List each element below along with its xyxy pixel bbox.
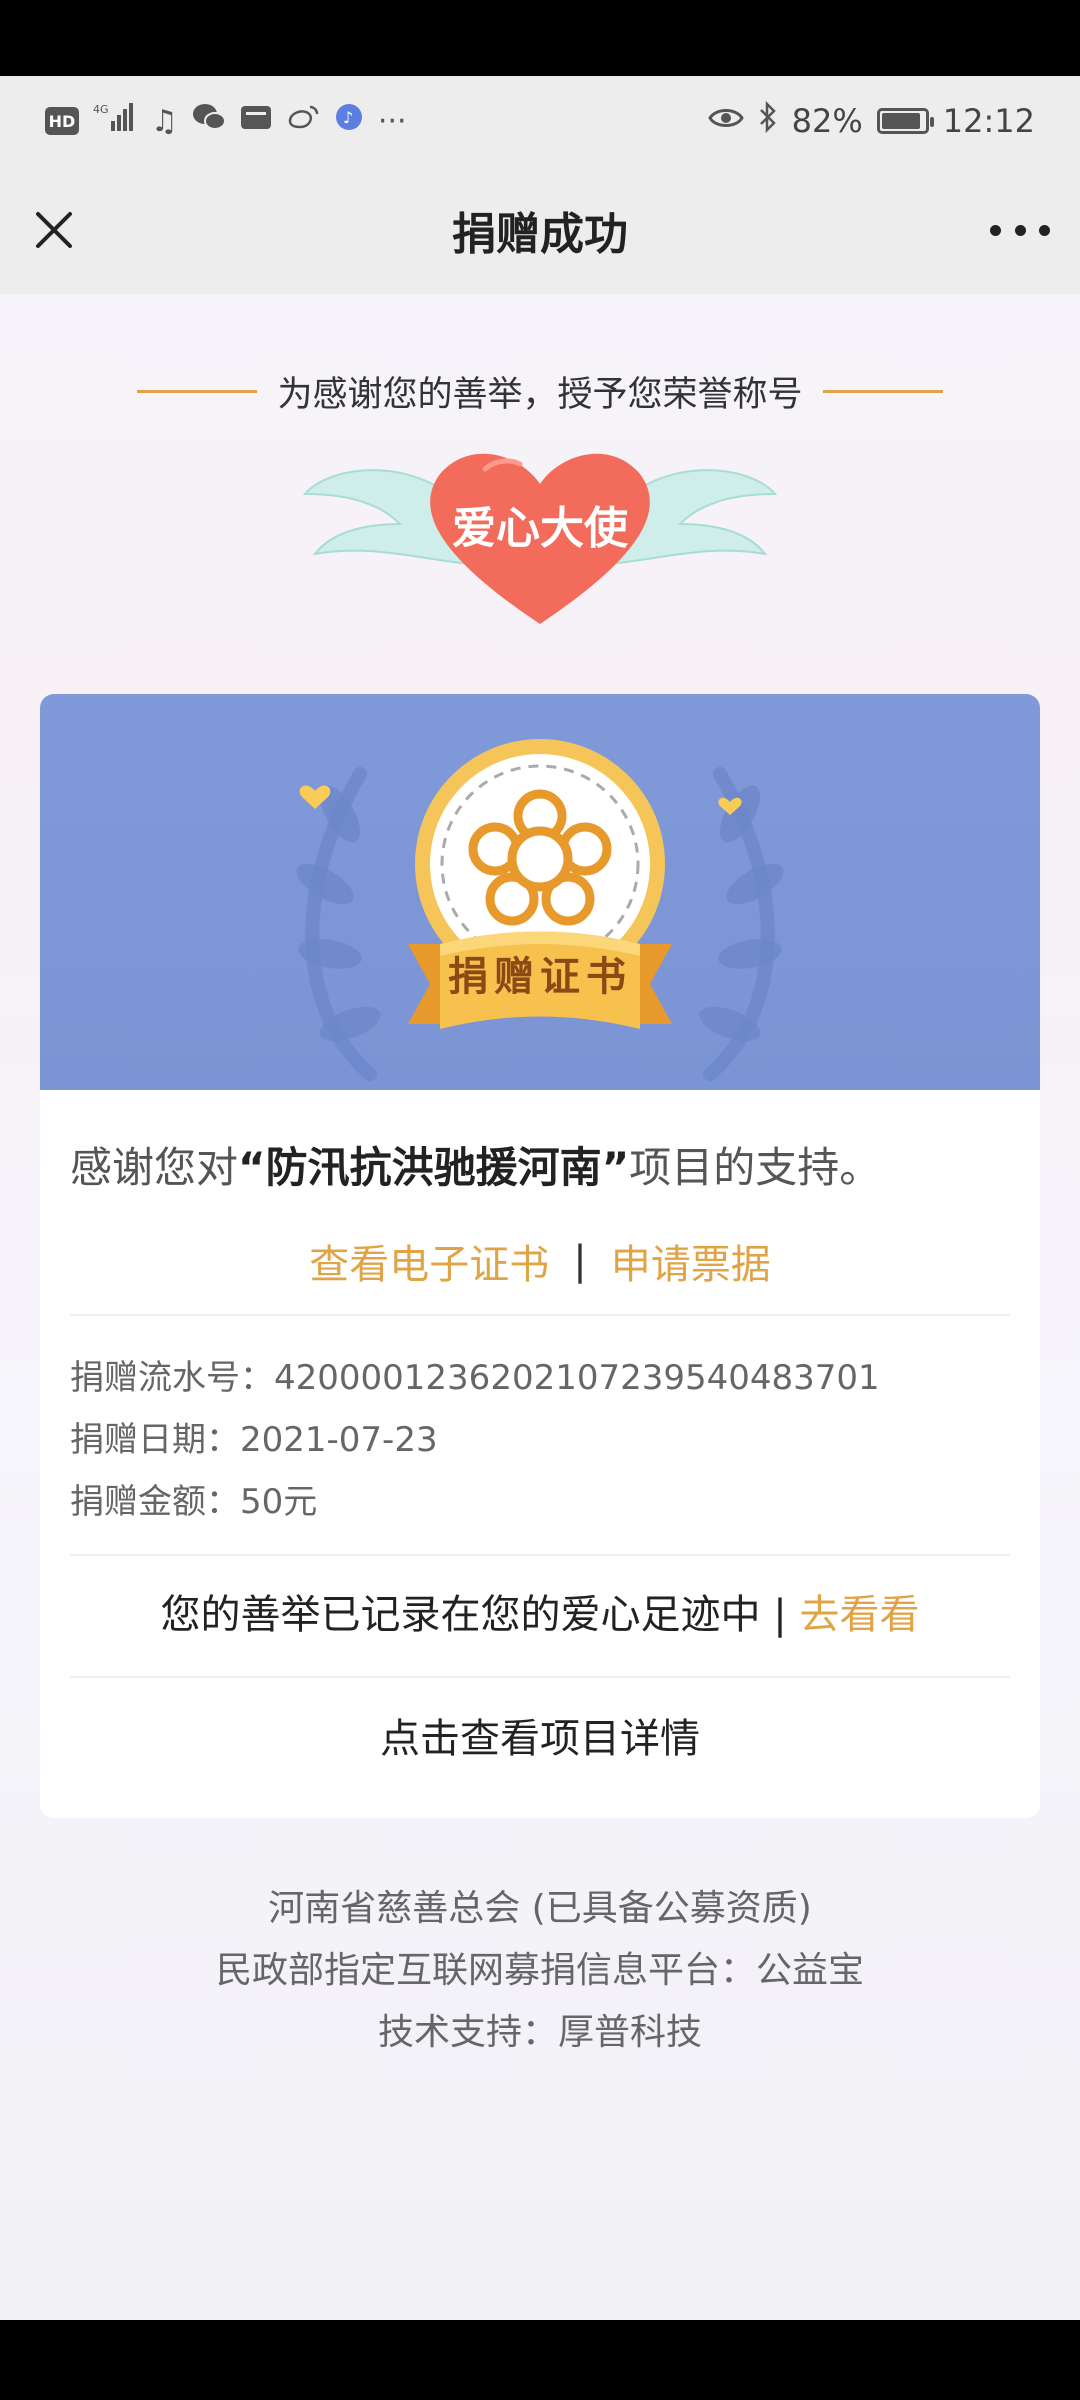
status-bar: HD 4G ♫ ♪ ··· 82% 12:12 <box>0 76 1080 166</box>
more-dots-icon: ··· <box>377 103 407 139</box>
eye-icon <box>707 104 744 139</box>
honor-title: 爱心大使 <box>452 503 628 554</box>
music-icon: ♫ <box>151 103 178 139</box>
date-row: 捐赠日期：2021-07-23 <box>70 1412 438 1461</box>
clock: 12:12 <box>942 102 1035 140</box>
view-certificate-link[interactable]: 查看电子证书 <box>309 1232 549 1290</box>
serial-row: 捐赠流水号：420000123620210723954048370​1 <box>70 1350 880 1399</box>
certificate-links: 查看电子证书 | 申请票据 <box>40 1232 1040 1290</box>
footer-org: 河南省慈善总会 (已具备公募资质) <box>268 1888 812 1929</box>
top-black-bar <box>0 0 1080 76</box>
page-content: 为感谢您的善举，授予您荣誉称号 爱心大使 捐赠证书 感谢您对“防汛抗洪驰援河南”… <box>0 294 1080 2320</box>
divider <box>70 1314 1010 1316</box>
divider-line <box>822 390 943 393</box>
nav-bar: 捐赠成功 <box>0 166 1080 294</box>
footprint-row: 您的善举已记录在您的爱心足迹中 | 去看看 <box>40 1582 1040 1640</box>
divider-line <box>137 390 258 393</box>
certificate-banner[interactable]: 捐赠证书 <box>40 694 1040 1090</box>
amount-label: 捐赠金额： <box>70 1482 240 1522</box>
weibo-icon <box>286 103 320 139</box>
more-options-icon[interactable] <box>990 206 1050 254</box>
battery-icon <box>876 108 934 134</box>
link-separator: | <box>573 1238 587 1284</box>
certificate-card: 捐赠证书 感谢您对“防汛抗洪驰援河南”项目的支持。 查看电子证书 | 申请票据 … <box>40 694 1040 1818</box>
honor-caption-row: 为感谢您的善举，授予您荣誉称号 <box>0 366 1080 417</box>
project-detail-link[interactable]: 点击查看项目详情 <box>40 1706 1040 1764</box>
serial-label: 捐赠流水号： <box>70 1358 274 1398</box>
bluetooth-icon <box>758 100 778 141</box>
thanks-prefix: 感谢您对 <box>70 1143 239 1192</box>
footprint-link[interactable]: 去看看 <box>799 1592 919 1638</box>
certificate-ribbon-label: 捐赠证书 <box>448 954 632 1000</box>
thanks-message: 感谢您对“防汛抗洪驰援河南”项目的支持。 <box>70 1134 1010 1195</box>
apply-receipt-link[interactable]: 申请票据 <box>611 1232 771 1290</box>
footer-tech-support: 技术支持：厚普科技 <box>377 2012 702 2053</box>
signal-4g-icon: 4G <box>93 101 137 141</box>
divider <box>70 1554 1010 1556</box>
wechat-icon <box>192 102 226 140</box>
honor-badge: 爱心大使 <box>290 434 790 634</box>
amount-value: 50元 <box>240 1482 318 1522</box>
certificate-illustration <box>296 739 784 1081</box>
music-note-icon: ♪ <box>334 102 364 140</box>
bottom-black-bar <box>0 2320 1080 2400</box>
footer-platform: 民政部指定互联网募捐信息平台：公益宝 <box>215 1950 864 1991</box>
battery-percent: 82% <box>791 102 863 140</box>
svg-text:♪: ♪ <box>343 108 353 127</box>
close-icon[interactable] <box>30 206 78 254</box>
amount-row: 捐赠金额：50元 <box>70 1474 317 1523</box>
svg-text:4G: 4G <box>93 103 109 116</box>
thanks-suffix: 项目的支持。 <box>629 1143 882 1192</box>
divider <box>70 1676 1010 1678</box>
date-label: 捐赠日期： <box>70 1420 240 1460</box>
hd-icon: HD <box>45 107 79 135</box>
mail-icon <box>240 103 272 139</box>
footprint-text: 您的善举已记录在您的爱心足迹中 | <box>160 1592 800 1638</box>
project-name: “防汛抗洪驰援河南” <box>238 1143 630 1192</box>
page-title: 捐赠成功 <box>452 209 628 260</box>
serial-value: 420000123620210723954048370​1 <box>274 1358 880 1398</box>
honor-caption: 为感谢您的善举，授予您荣誉称号 <box>277 375 803 415</box>
date-value: 2021-07-23 <box>240 1420 438 1460</box>
